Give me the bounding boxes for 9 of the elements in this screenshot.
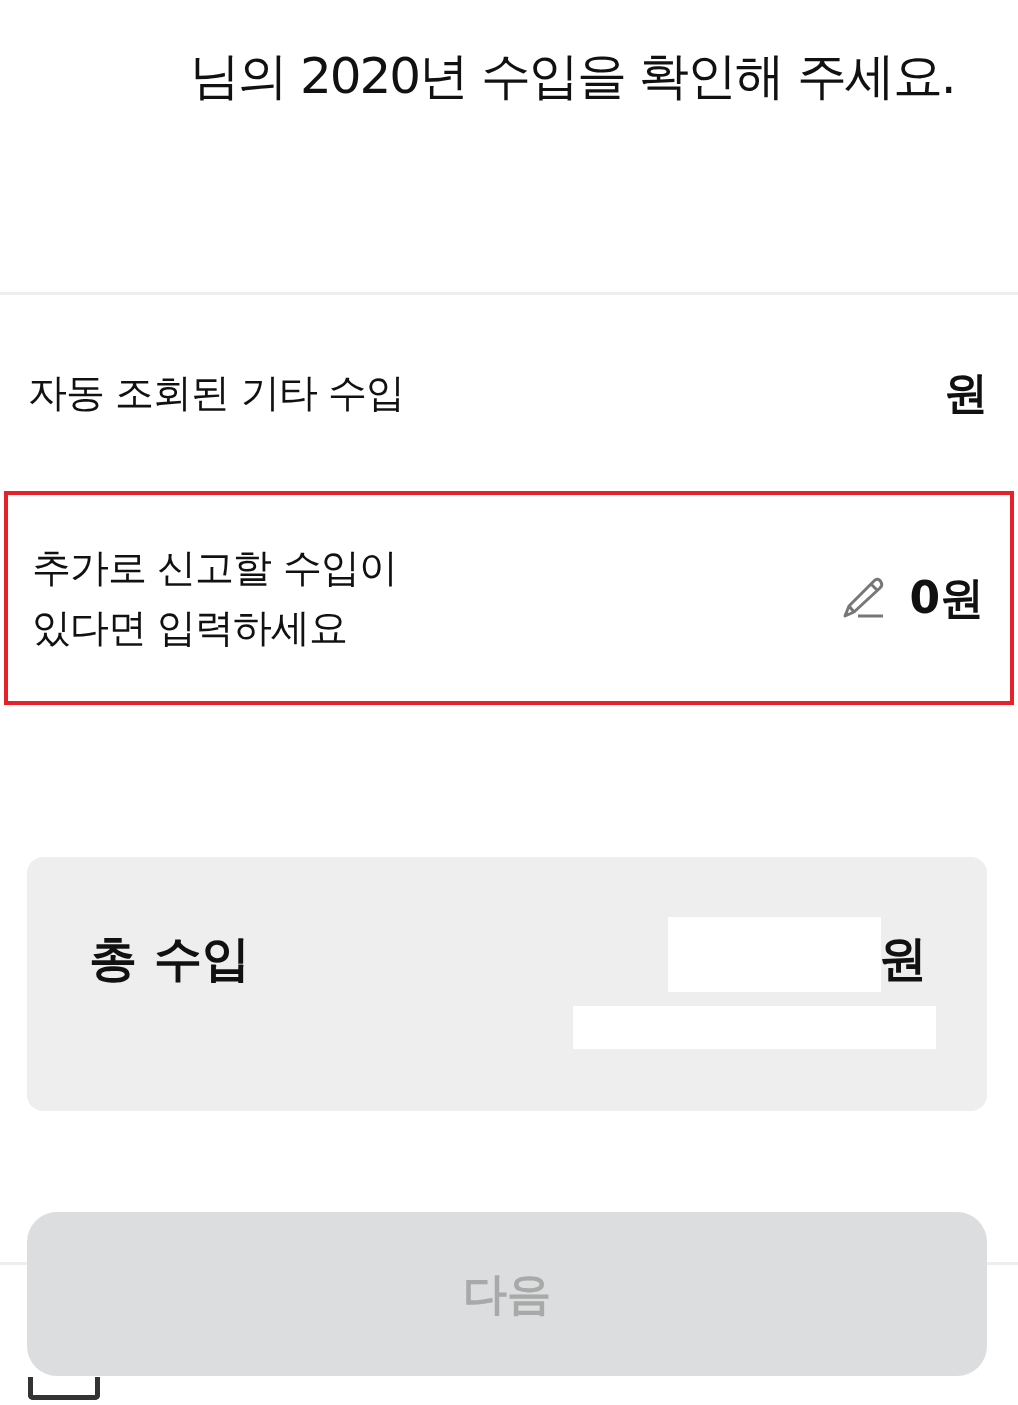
checkbox[interactable]: [28, 1377, 100, 1400]
total-label: 총 수입: [89, 929, 250, 988]
pencil-icon[interactable]: [841, 576, 886, 620]
row-amount: 원: [944, 365, 988, 420]
row-label: 자동 조회된 기타 수입: [28, 369, 405, 417]
row-amount[interactable]: 0원: [909, 568, 984, 628]
total-amount: 원: [879, 929, 927, 988]
page-heading: 님의 2020년 수입을 확인해 주세요.: [189, 46, 956, 107]
row-label: 추가로 신고할 수입이 있다면 입력하세요: [32, 544, 397, 652]
